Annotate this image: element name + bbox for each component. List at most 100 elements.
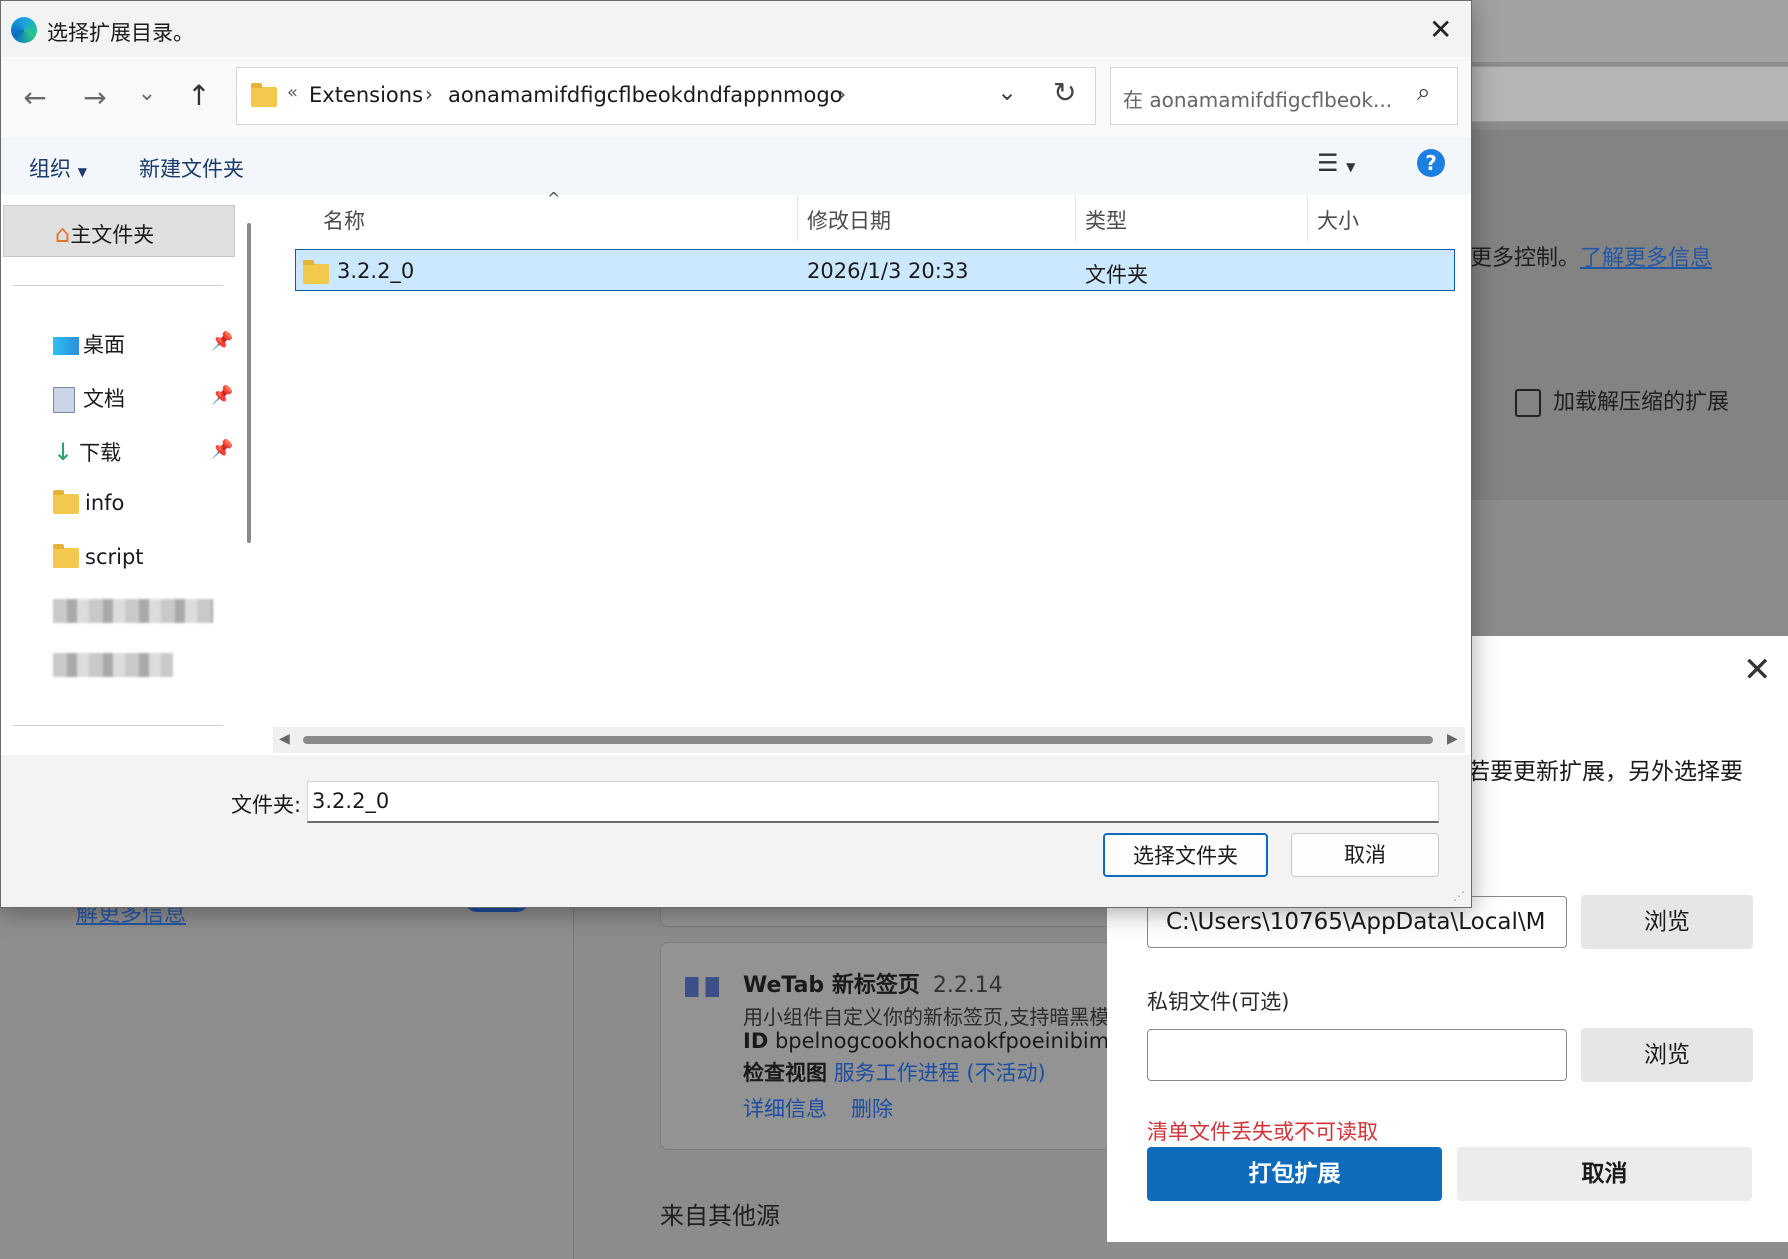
forward-arrow-icon[interactable]: → [75,81,115,114]
dialog-footer: 文件夹: 3.2.2_0 选择文件夹 取消 ⋰ [1,755,1471,907]
browse-key-button[interactable]: 浏览 [1581,1028,1753,1082]
browser-toolbar [1470,0,1788,62]
row-modified: 2026/1/3 20:33 [807,259,969,283]
folder-icon [53,490,79,514]
organize-menu[interactable]: 组织 ▼ [29,153,87,183]
breadcrumb-chevron-icon[interactable]: › [838,82,846,106]
browser-address-bar[interactable] [1470,66,1788,122]
download-icon: ↓ [53,438,74,466]
address-bar[interactable]: « Extensions › aonamamifdfigcflbeokdndfa… [236,67,1096,125]
breadcrumb-overflow[interactable]: « [287,82,298,103]
pack-extension-button[interactable]: 打包扩展 [1147,1147,1442,1201]
select-folder-button[interactable]: 选择文件夹 [1103,833,1268,877]
other-sources-heading: 来自其他源 [660,1202,780,1230]
details-link[interactable]: 详细信息 [743,1093,827,1123]
column-header-size[interactable]: 大小 [1317,205,1359,235]
recent-locations-chevron-icon[interactable]: ⌄ [127,81,167,106]
service-worker-link[interactable]: 服务工作进程 (不活动) [834,1061,1046,1085]
pin-icon[interactable]: 📌 [211,385,233,406]
breadcrumb-current[interactable]: aonamamifdfigcflbeokdndfappnmogo [448,83,843,107]
private-key-label: 私钥文件(可选) [1147,990,1290,1014]
load-unpacked-button[interactable]: 加载解压缩的扩展 [1515,384,1729,417]
sidebar-documents-label: 文档 [83,387,125,411]
breadcrumb-chevron-icon[interactable]: › [425,82,433,106]
sidebar-item-documents[interactable]: 文档 [53,383,125,413]
learn-more-link[interactable]: 了解更多信息 [1580,246,1712,271]
column-divider[interactable] [1075,195,1076,241]
search-icon[interactable]: ⌕ [1417,78,1430,106]
search-box[interactable]: 在 aonamamifdfigcflbeok... ⌕ [1110,67,1458,125]
redacted-sidebar-item[interactable] [53,653,173,677]
column-header-type[interactable]: 类型 [1085,205,1127,235]
refresh-icon[interactable]: ↻ [1053,76,1076,109]
up-arrow-icon[interactable]: ↑ [179,79,219,112]
address-dropdown-icon[interactable]: ⌄ [997,78,1017,106]
sidebar-item-script[interactable]: script [53,544,144,569]
sidebar-divider [13,725,223,726]
organize-label: 组织 [29,157,71,181]
dialog-close-icon[interactable]: ✕ [1429,13,1452,46]
sidebar-item-desktop[interactable]: 桌面 [53,329,125,359]
more-control-text: 更多控制。了解更多信息 [1470,240,1712,272]
redacted-sidebar-item[interactable] [53,599,213,623]
extension-id-line: ID bpelnogcookhocnaokfpoeinibimb [743,1029,1123,1053]
new-folder-button[interactable]: 新建文件夹 [139,153,244,183]
select-folder-dialog: 选择扩展目录。 ✕ ← → ⌄ ↑ « Extensions › aonamam… [0,0,1472,908]
sidebar-downloads-label: 下载 [79,441,122,465]
column-divider[interactable] [797,195,798,241]
sidebar-scrollbar[interactable] [247,223,251,543]
chevron-down-icon: ▼ [77,165,87,179]
document-icon [53,387,75,413]
column-divider[interactable] [1307,195,1308,241]
scroll-left-icon[interactable]: ◀ [279,731,290,747]
breadcrumb-extensions[interactable]: Extensions [309,83,423,107]
back-arrow-icon[interactable]: ← [15,81,55,114]
extension-version: 2.2.14 [932,973,1003,998]
browse-root-button[interactable]: 浏览 [1581,895,1753,949]
close-icon[interactable]: ✕ [1743,650,1772,690]
sidebar-divider [13,285,223,286]
sidebar-info-label: info [85,491,125,515]
extension-card-wetab: WeTab 新标签页 2.2.14 用小组件自定义你的新标签页,支持暗黑模 ID… [660,942,1123,1150]
pack-description: 若要更新扩展，另外选择要 [1467,759,1743,785]
id-label: ID [743,1029,769,1053]
column-header-name[interactable]: 名称 [323,205,365,235]
folder-icon [53,544,79,568]
row-type: 文件夹 [1085,263,1148,287]
remove-link[interactable]: 删除 [851,1093,893,1123]
private-key-input[interactable] [1147,1029,1567,1081]
sidebar-item-home[interactable]: ⌂主文件夹 [55,219,154,249]
extension-name: WeTab 新标签页 [743,973,920,998]
navigation-pane: ⌂主文件夹 桌面 📌 文档 📌 ↓ 下载 📌 info script [1,195,251,755]
home-icon: ⌂ [55,220,71,248]
resize-grip-icon[interactable]: ⋰ [1453,889,1465,903]
pin-icon[interactable]: 📌 [211,439,233,460]
folder-name-input[interactable]: 3.2.2_0 [307,781,1439,823]
view-options-icon[interactable]: ☰ ▼ [1317,149,1355,177]
scrollbar-thumb[interactable] [303,736,1433,744]
scroll-right-icon[interactable]: ▶ [1447,731,1458,747]
inspect-views-line: 检查视图 服务工作进程 (不活动) [743,1057,1046,1087]
archive-icon [1515,389,1541,417]
sort-ascending-icon: ^ [547,189,561,208]
left-nav-panel [0,906,574,1259]
help-icon[interactable]: ? [1417,149,1445,177]
more-control-label: 更多控制。 [1470,246,1581,271]
extensions-header-area [1470,130,1788,500]
sidebar-item-info[interactable]: info [53,490,125,515]
search-input[interactable]: 在 aonamamifdfigcflbeok... [1123,84,1392,113]
extension-title: WeTab 新标签页 2.2.14 [743,967,1003,999]
desktop-icon [53,337,79,355]
error-message: 清单文件丢失或不可读取 [1147,1120,1378,1144]
cancel-button[interactable]: 取消 [1291,833,1439,877]
pack-cancel-button[interactable]: 取消 [1457,1147,1752,1201]
folder-field-label: 文件夹: [231,793,302,817]
sidebar-desktop-label: 桌面 [83,333,125,357]
sidebar-item-downloads[interactable]: ↓ 下载 [53,437,121,467]
pin-icon[interactable]: 📌 [211,331,233,352]
dialog-titlebar: 选择扩展目录。 ✕ [1,1,1471,57]
folder-icon [251,82,277,107]
column-header-modified[interactable]: 修改日期 [807,205,891,235]
horizontal-scrollbar[interactable]: ◀ ▶ [273,727,1465,753]
dialog-title: 选择扩展目录。 [47,21,194,45]
